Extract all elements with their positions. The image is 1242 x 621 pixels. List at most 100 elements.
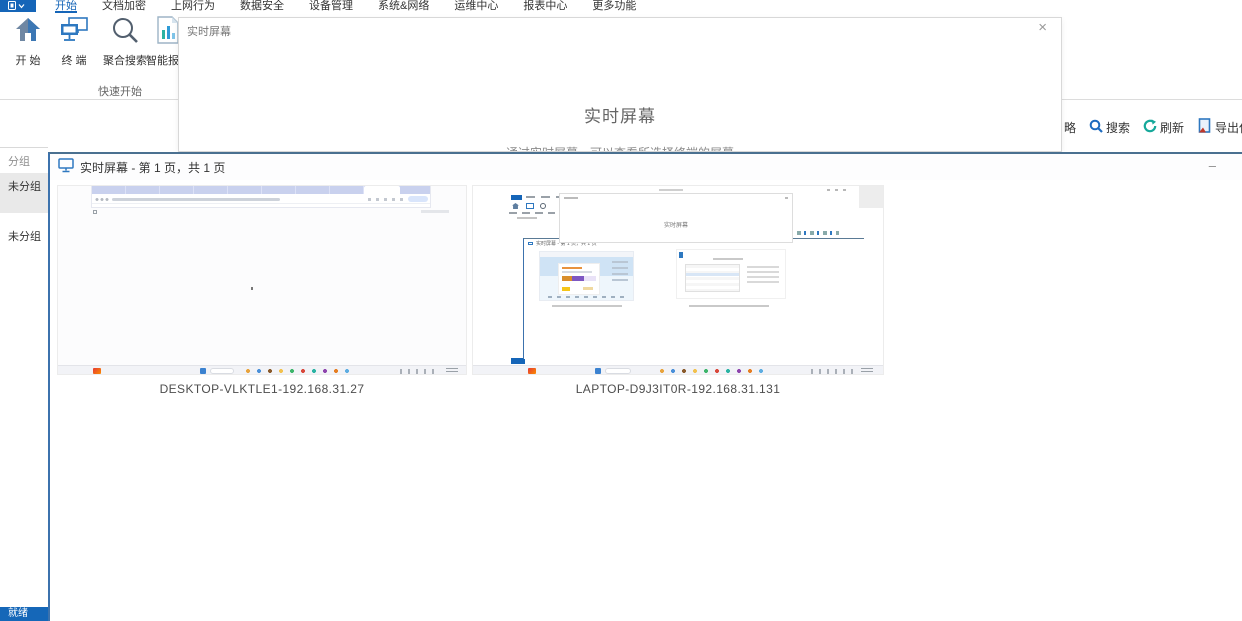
sidebar-item-ungrouped-1[interactable]: 未分组 (0, 173, 48, 213)
mini-ribbon-labels (509, 212, 555, 214)
mini-taskbar (58, 365, 466, 374)
menu-items: 开始 文档加密 上网行为 数据安全 设备管理 系统&网络 运维中心 报表中心 更… (55, 0, 661, 13)
search-action[interactable]: 搜索 (1089, 119, 1130, 136)
magnifier-icon (110, 16, 140, 50)
realtime-screen-dialog: 实时屏幕 × 实时屏幕 通过实时屏幕，可以查看所选择终端的屏幕 (178, 17, 1062, 152)
ribbon-button-terminals[interactable]: 终 端 (52, 16, 96, 68)
ribbon-button-label: 聚合搜索 (103, 55, 147, 67)
status-bar: 就绪 (0, 607, 48, 621)
mini-subscreen-document (676, 249, 786, 299)
home-icon (14, 16, 42, 48)
dialog-caption: 实时屏幕 (187, 26, 231, 38)
sidebar-header: 分组 (8, 156, 30, 168)
dialog-title: 实时屏幕 (584, 107, 656, 126)
terminals-icon (59, 16, 89, 48)
search-action-label: 搜索 (1106, 120, 1131, 135)
ribbon-button-home[interactable]: 开 始 (6, 16, 50, 68)
mini-taskbar-app-icon (93, 368, 101, 374)
monitor-icon (58, 158, 74, 176)
menu-item-web-behavior[interactable]: 上网行为 (171, 0, 215, 13)
screen-label-desktop-vlktle1: DESKTOP-VLKTLE1-192.168.31.27 (159, 382, 365, 396)
menu-bar: 开始 文档加密 上网行为 数据安全 设备管理 系统&网络 运维中心 报表中心 更… (0, 0, 1242, 13)
mini-browser-profile-chip (408, 196, 428, 202)
menu-item-ops-center[interactable]: 运维中心 (454, 0, 498, 13)
mini-browser-window (91, 186, 431, 208)
ribbon-button-label: 开 始 (15, 55, 41, 67)
mini-magnifier-icon (540, 203, 546, 209)
screen-thumbnail-desktop-vlktle1[interactable] (57, 185, 467, 375)
menu-item-system-network[interactable]: 系统&网络 (378, 0, 429, 13)
mini-search-pill (210, 368, 234, 374)
mini-realtime-dialog: 实时屏幕 (559, 193, 793, 243)
mini-taskbar-icons (658, 368, 788, 374)
menu-item-device-mgmt[interactable]: 设备管理 (309, 0, 353, 13)
mini-dialog-caption (564, 197, 578, 199)
refresh-action[interactable]: 刷新 (1143, 118, 1185, 136)
mini-browser-url (112, 198, 280, 201)
menu-item-data-security[interactable]: 数据安全 (240, 0, 284, 13)
group-sidebar: 分组 未分组 未分组 (0, 147, 48, 607)
mini-group-label (517, 217, 537, 219)
mini-browser-address-bar (92, 194, 430, 204)
app-menu-button[interactable] (0, 0, 36, 12)
mini-app-button (511, 195, 522, 200)
menu-item-home[interactable]: 开始 (55, 0, 77, 13)
mini-search-pill (605, 368, 631, 374)
refresh-icon (1143, 118, 1157, 136)
truncated-action[interactable]: 略 (1064, 119, 1076, 136)
mini-browser-active-tab (364, 186, 400, 194)
mini-browser-toolbar-icons (368, 198, 404, 201)
ribbon-group-label: 快速开始 (98, 86, 142, 98)
mini-close-icon (785, 197, 788, 199)
export-icon (1197, 118, 1212, 136)
mini-tray-icons (400, 369, 440, 374)
report-icon (156, 16, 180, 49)
mini-window-controls (827, 189, 851, 191)
mini-sub-label-2 (689, 305, 769, 307)
status-text: 就绪 (8, 608, 28, 619)
mini-browser-bookmark-hint (421, 210, 449, 213)
content-toolbar: 略 搜索 刷新 导出任务 (1064, 118, 1242, 136)
mini-cursor (251, 287, 253, 290)
ribbon-button-label: 终 端 (61, 55, 87, 67)
mini-tray-icons (811, 369, 855, 374)
refresh-action-label: 刷新 (1160, 120, 1185, 135)
mini-clock (446, 368, 458, 374)
minimize-button[interactable]: – (1209, 158, 1216, 173)
mini-clock (861, 368, 873, 374)
mini-browser-nav-buttons (95, 198, 109, 201)
panel-header-text: 实时屏幕 - 第 1 页，共 1 页 (80, 160, 226, 175)
mini-window-title (659, 189, 683, 191)
menu-item-report-center[interactable]: 报表中心 (523, 0, 567, 13)
mini-taskbar (473, 365, 883, 374)
dialog-subtitle: 通过实时屏幕，可以查看所选择终端的屏幕 (179, 144, 1061, 151)
close-icon[interactable]: × (1038, 20, 1047, 36)
mini-realtime-panel: 实时屏幕 - 第 1 页，共 1 页 (523, 238, 864, 359)
mini-dialog-title: 实时屏幕 (663, 223, 688, 229)
mini-start-button (595, 368, 601, 374)
app-icon (0, 1, 36, 11)
mini-webpage-card (558, 263, 600, 295)
panel-header: 实时屏幕 - 第 1 页，共 1 页 (50, 154, 1242, 180)
ribbon-button-aggregate-search[interactable]: 聚合搜索 (97, 16, 153, 68)
mini-subscreen-webpage (539, 251, 634, 301)
sidebar-item-ungrouped-2[interactable]: 未分组 (0, 223, 48, 243)
screen-label-laptop-d9j3it0r: LAPTOP-D9J3IT0R-192.168.31.131 (575, 382, 781, 396)
menu-item-doc-encryption[interactable]: 文档加密 (102, 0, 146, 13)
mini-taskbar-icons (244, 368, 354, 374)
mini-home-icon (512, 203, 519, 209)
search-icon (1089, 119, 1103, 136)
mini-sub-label-1 (552, 305, 622, 307)
export-task-action[interactable]: 导出任务 (1197, 118, 1242, 136)
mini-taskbar-app-icon (528, 368, 536, 374)
realtime-screen-panel: 实时屏幕 - 第 1 页，共 1 页 – DESKTOP-VLKTLE1-192… (48, 152, 1242, 621)
mini-page-icon (93, 210, 97, 214)
screen-thumbnail-laptop-d9j3it0r[interactable]: 实时屏幕 实时屏幕 - 第 1 页，共 1 页 (472, 185, 884, 375)
mini-monitor-icon (528, 242, 533, 245)
mini-toolbar-icons (791, 231, 839, 235)
ribbon-button-label: 智能报 (146, 55, 179, 67)
mini-desktop-gray-area (859, 186, 883, 208)
mini-terminals-icon (526, 203, 534, 209)
menu-item-more-features[interactable]: 更多功能 (592, 0, 636, 13)
mini-start-button (200, 368, 206, 374)
